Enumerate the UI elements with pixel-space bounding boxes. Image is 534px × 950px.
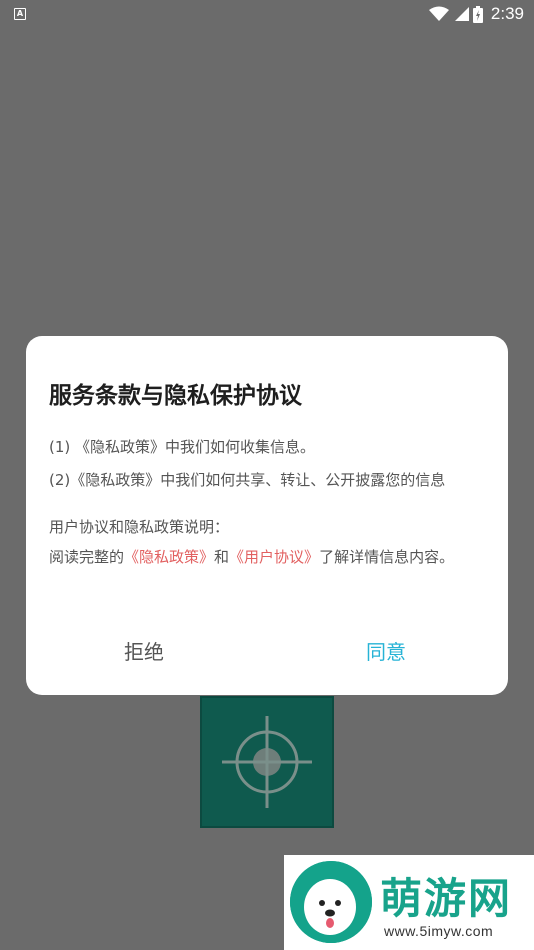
reject-button[interactable]: 拒绝 xyxy=(124,636,164,665)
crosshair-icon xyxy=(222,716,312,808)
watermark-url: www.5imyw.com xyxy=(384,923,494,939)
target-card xyxy=(200,696,334,828)
privacy-dialog: 服务条款与隐私保护协议 (1) 《隐私政策》中我们如何收集信息。 (2)《隐私政… xyxy=(26,336,508,695)
policy-explanation-heading: 用户协议和隐私政策说明： xyxy=(49,518,230,536)
status-bar: A 2:39 xyxy=(0,0,534,28)
privacy-policy-link[interactable]: 《隐私政策》 xyxy=(124,548,214,566)
read-full-paragraph: 阅读完整的《隐私政策》和《用户协议》了解详情信息内容。 xyxy=(49,548,479,567)
dialog-title: 服务条款与隐私保护协议 xyxy=(49,383,302,409)
battery-icon xyxy=(472,5,483,23)
user-agreement-link[interactable]: 《用户协议》 xyxy=(229,548,319,566)
dog-logo-icon xyxy=(290,861,372,943)
status-time: 2:39 xyxy=(490,4,524,23)
agree-button[interactable]: 同意 xyxy=(366,636,406,665)
policy-line-1: (1) 《隐私政策》中我们如何收集信息。 xyxy=(49,438,316,456)
wifi-icon xyxy=(428,6,449,21)
notification-a-icon: A xyxy=(14,8,26,20)
policy-line-2: (2)《隐私政策》中我们如何共享、转让、公开披露您的信息 xyxy=(49,471,446,489)
read-prefix: 阅读完整的 xyxy=(49,548,125,566)
watermark-banner: 萌游网 www.5imyw.com xyxy=(284,855,534,950)
watermark-title: 萌游网 xyxy=(380,874,513,923)
signal-icon xyxy=(454,7,469,21)
and-text: 和 xyxy=(214,548,230,566)
read-suffix: 了解详情信息内容。 xyxy=(319,548,455,566)
